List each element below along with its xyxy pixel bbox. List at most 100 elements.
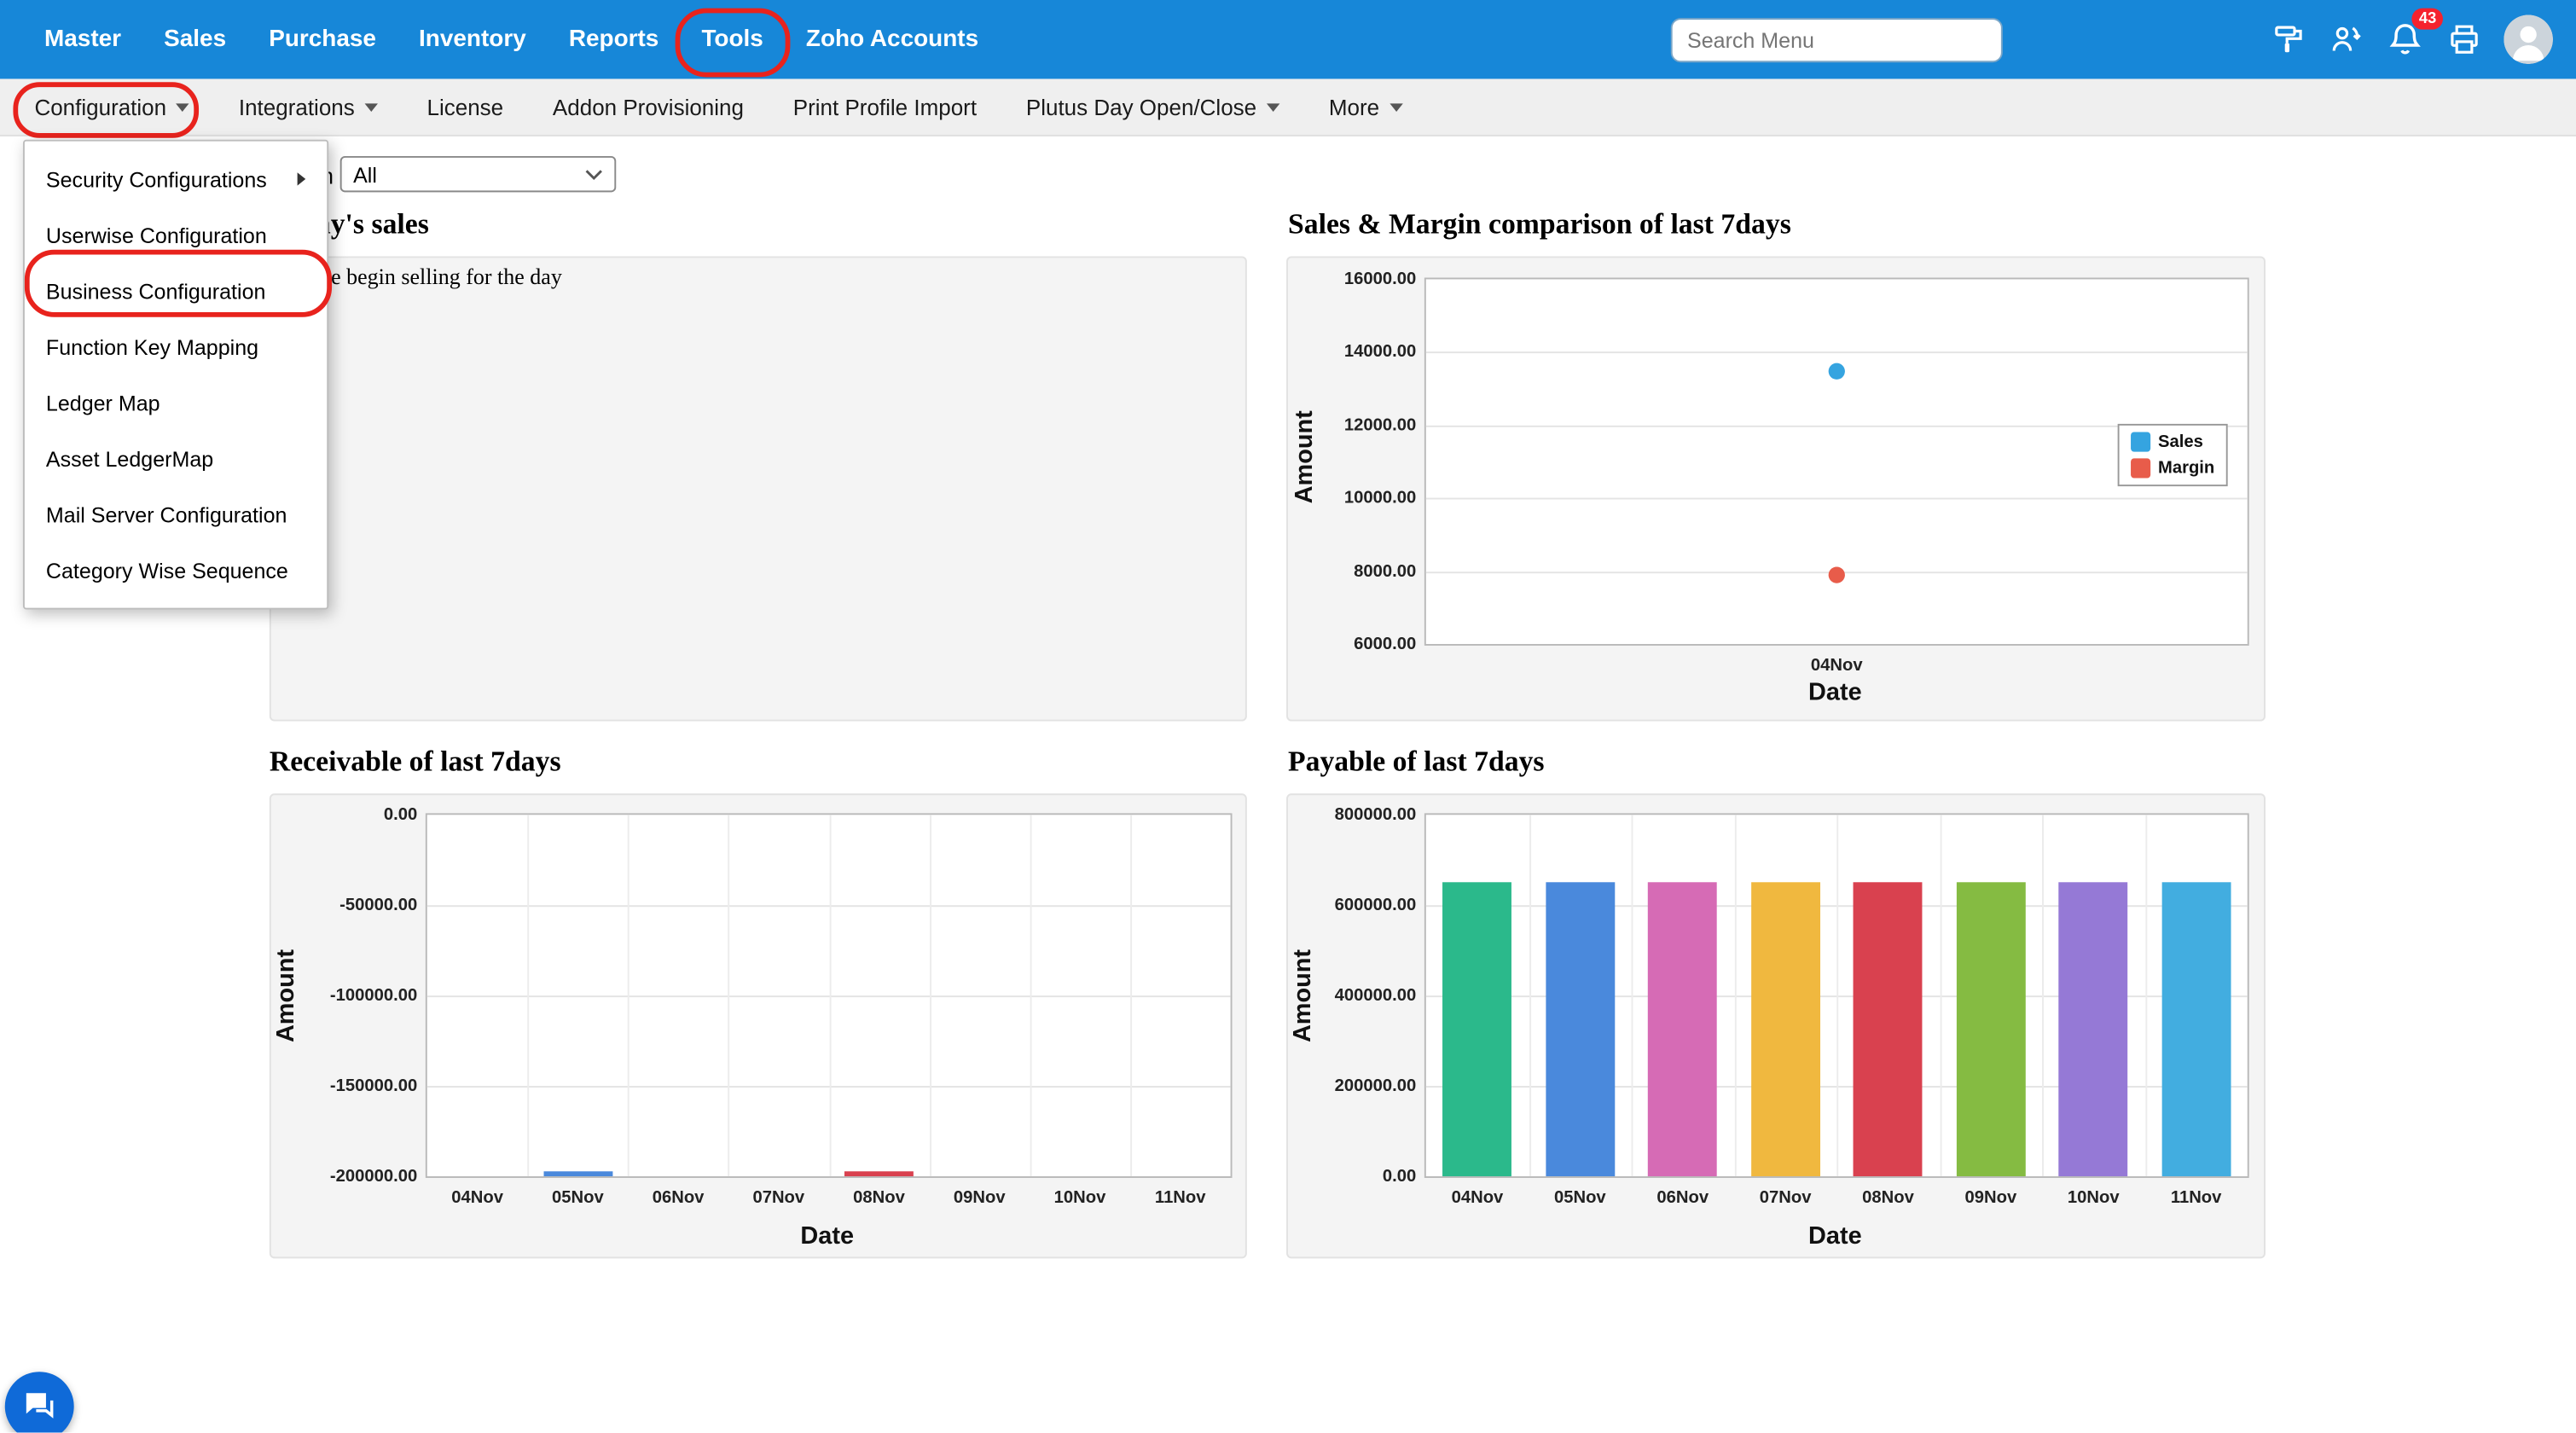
topbar-right-tools: 43 (1671, 15, 2576, 64)
menu-item-security-configurations[interactable]: Security Configurations (25, 151, 327, 206)
nav-tools-label: Tools (701, 26, 763, 53)
legend-swatch (2130, 432, 2150, 452)
nav-zoho-accounts[interactable]: Zoho Accounts (785, 0, 1000, 78)
y-tick-label: 800000.00 (1335, 805, 1417, 825)
nav-tools[interactable]: Tools (680, 0, 784, 78)
menu-item-asset-ledgermap[interactable]: Asset LedgerMap (25, 431, 327, 486)
gridline (829, 815, 831, 1176)
nav-master[interactable]: Master (23, 0, 142, 78)
x-tick-label: 04Nov (427, 1188, 528, 1208)
menu-item-label: Category Wise Sequence (46, 558, 288, 583)
nav-reports[interactable]: Reports (548, 0, 681, 78)
menu-item-label: Ledger Map (46, 390, 160, 415)
menu-item-business-configuration[interactable]: Business Configuration (25, 263, 327, 318)
chevron-down-icon (177, 102, 189, 111)
y-tick-label: 600000.00 (1335, 896, 1417, 915)
menu-item-label: Function Key Mapping (46, 334, 258, 359)
chat-fab-button[interactable] (5, 1372, 74, 1432)
chevron-down-icon (1390, 102, 1402, 111)
subnav-item-more[interactable]: More (1304, 78, 1427, 134)
printer-icon[interactable] (2446, 21, 2482, 57)
gridline (1130, 815, 1132, 1176)
nav-zoho-accounts-label: Zoho Accounts (806, 26, 978, 53)
today-sales-panel: Please begin selling for the day (270, 256, 1247, 721)
nav-inventory[interactable]: Inventory (397, 0, 548, 78)
subnav-item-integrations[interactable]: Integrations (214, 78, 403, 134)
x-tick-label: 05Nov (1529, 1188, 1631, 1208)
x-tick-label: 09Nov (929, 1188, 1030, 1208)
y-tick-label: 12000.00 (1344, 415, 1416, 435)
menu-item-function-key-mapping[interactable]: Function Key Mapping (25, 319, 327, 374)
gridline (1940, 815, 1941, 1176)
y-tick-label: 10000.00 (1344, 488, 1416, 508)
gridline (728, 815, 730, 1176)
subnav-addon-provisioning-label: Addon Provisioning (553, 95, 744, 119)
user-avatar[interactable] (2503, 15, 2553, 64)
bar-05Nov (1546, 883, 1615, 1176)
gridline (2042, 815, 2044, 1176)
bar-08Nov (844, 1171, 914, 1176)
receivable-title: Receivable of last 7days (270, 744, 561, 778)
x-tick-label: 05Nov (527, 1188, 628, 1208)
switch-account-icon[interactable] (2328, 21, 2364, 57)
subnav-item-addon-provisioning[interactable]: Addon Provisioning (528, 78, 769, 134)
y-tick-label: 400000.00 (1335, 986, 1417, 1006)
x-tick-label: 04Nov (1426, 1188, 1529, 1208)
menu-item-category-wise-sequence[interactable]: Category Wise Sequence (25, 542, 327, 598)
branch-select-value: All (353, 162, 377, 187)
subnav-item-configuration[interactable]: Configuration (10, 78, 214, 134)
nav-purchase-label: Purchase (269, 26, 376, 53)
gridline (1529, 815, 1530, 1176)
menu-item-ledger-map[interactable]: Ledger Map (25, 374, 327, 430)
y-tick-label: 16000.00 (1344, 270, 1416, 289)
chevron-down-icon (364, 102, 377, 111)
nav-sales[interactable]: Sales (142, 0, 247, 78)
nav-sales-label: Sales (164, 26, 226, 53)
x-tick-label: 11Nov (1130, 1188, 1231, 1208)
search-input[interactable] (1671, 17, 2003, 61)
nav-purchase[interactable]: Purchase (247, 0, 397, 78)
menu-item-userwise-configuration[interactable]: Userwise Configuration (25, 207, 327, 263)
subnav-item-plutus-day-open-close[interactable]: Plutus Day Open/Close (1001, 78, 1304, 134)
chevron-right-icon (298, 172, 306, 185)
y-tick-label: -100000.00 (330, 986, 417, 1006)
subnav-license-label: License (426, 95, 503, 119)
nav-reports-label: Reports (569, 26, 659, 53)
y-axis-label: Amount (1291, 411, 1319, 503)
x-tick-label: 09Nov (1940, 1188, 2042, 1208)
receivable-plot: 0.00-50000.00-100000.00-150000.00-200000… (426, 813, 1233, 1178)
payable-panel: Amount 800000.00600000.00400000.00200000… (1286, 793, 2266, 1258)
y-tick-label: 0.00 (384, 805, 417, 825)
x-axis-label: Date (426, 1222, 1229, 1250)
chat-icon (20, 1387, 59, 1426)
payable-plot: 800000.00600000.00400000.00200000.000.00… (1424, 813, 2249, 1178)
menu-item-mail-server-configuration[interactable]: Mail Server Configuration (25, 486, 327, 542)
legend-entry-margin: Margin (2130, 458, 2214, 478)
dot-margin (1829, 566, 1845, 583)
top-nav: Master Sales Purchase Inventory Reports … (0, 0, 1000, 78)
subnav-item-print-profile-import[interactable]: Print Profile Import (769, 78, 1001, 134)
subnav-integrations-label: Integrations (239, 95, 355, 119)
menu-item-label: Asset LedgerMap (46, 446, 213, 471)
chevron-down-icon (585, 168, 603, 179)
x-tick-label: 07Nov (1734, 1188, 1836, 1208)
paint-roller-icon[interactable] (2271, 21, 2306, 57)
bar-09Nov (1956, 883, 2025, 1176)
x-tick-label: 06Nov (1632, 1188, 1734, 1208)
branch-select[interactable]: All (340, 156, 617, 192)
nav-inventory-label: Inventory (419, 26, 526, 53)
gridline (1632, 815, 1633, 1176)
sales-margin-panel: Amount 16000.0014000.0012000.0010000.008… (1286, 256, 2266, 721)
legend-swatch (2130, 458, 2150, 478)
notification-badge: 43 (2412, 9, 2443, 30)
y-tick-label: -200000.00 (330, 1166, 417, 1186)
subnav-item-license[interactable]: License (403, 78, 528, 134)
menu-item-label: Security Configurations (46, 166, 267, 191)
x-tick-label: 08Nov (829, 1188, 930, 1208)
x-tick-label: 11Nov (2144, 1188, 2247, 1208)
notifications-bell-icon[interactable]: 43 (2386, 20, 2425, 59)
bar-08Nov (1854, 883, 1923, 1176)
x-axis-label: Date (1424, 1222, 2246, 1250)
gridline (1030, 815, 1031, 1176)
configuration-dropdown-menu: Security Configurations Userwise Configu… (23, 140, 328, 610)
